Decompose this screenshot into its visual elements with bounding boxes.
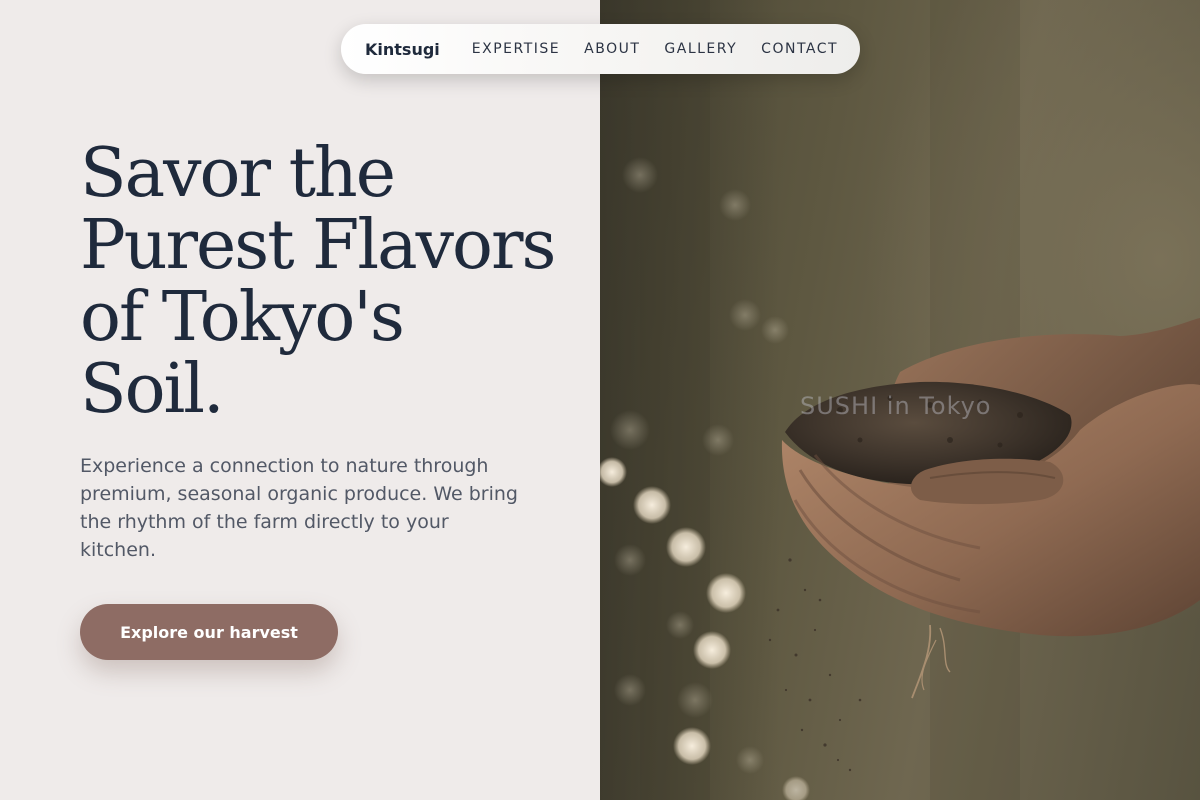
brand-logo[interactable]: Kintsugi bbox=[365, 40, 440, 59]
image-watermark: SUSHI in Tokyo bbox=[800, 392, 992, 420]
nav-link-gallery[interactable]: GALLERY bbox=[664, 41, 737, 57]
nav-links: EXPERTISE ABOUT GALLERY CONTACT bbox=[472, 41, 838, 57]
hero-title-line: Soil. bbox=[80, 350, 225, 429]
nav-link-expertise[interactable]: EXPERTISE bbox=[472, 41, 560, 57]
navbar: Kintsugi EXPERTISE ABOUT GALLERY CONTACT bbox=[341, 24, 860, 74]
explore-harvest-button[interactable]: Explore our harvest bbox=[80, 604, 338, 660]
hero-image-soil-hands: SUSHI in Tokyo bbox=[600, 0, 1200, 800]
hero-title: Savor the Purest Flavors of Tokyo's Soil… bbox=[80, 138, 560, 426]
hero-section: Savor the Purest Flavors of Tokyo's Soil… bbox=[0, 0, 600, 800]
hero-title-line: Purest Flavors bbox=[80, 206, 556, 285]
nav-link-about[interactable]: ABOUT bbox=[584, 41, 640, 57]
hero-description: Experience a connection to nature throug… bbox=[80, 455, 518, 561]
hero-title-line: Savor the bbox=[80, 134, 396, 213]
nav-link-contact[interactable]: CONTACT bbox=[761, 41, 838, 57]
hero-title-line: of Tokyo's bbox=[80, 278, 405, 357]
